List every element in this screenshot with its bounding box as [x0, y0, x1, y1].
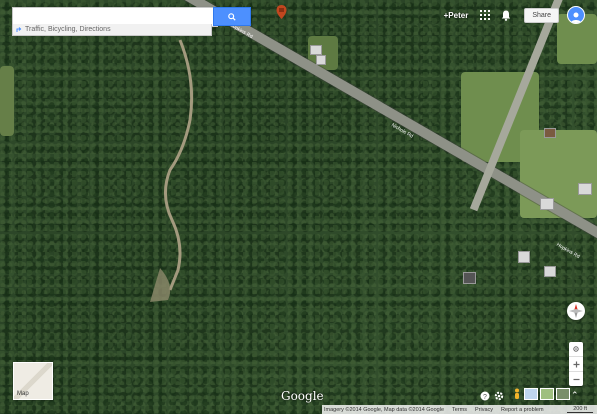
minus-icon — [573, 378, 579, 380]
gear-icon[interactable] — [494, 391, 504, 401]
building — [310, 45, 322, 55]
imagery-credit: Imagery ©2014 Google, Map data ©2014 Goo… — [324, 406, 445, 413]
privacy-link[interactable]: Privacy — [475, 407, 493, 413]
directions-icon — [16, 27, 22, 32]
building — [540, 198, 554, 210]
plus-icon — [573, 361, 579, 367]
my-location-button[interactable] — [569, 342, 583, 356]
directions-suggestion[interactable]: Traffic, Bicycling, Directions — [12, 24, 212, 36]
building — [544, 266, 556, 277]
google-logo: Google — [281, 389, 324, 403]
compass-icon[interactable] — [567, 302, 585, 320]
zoom-controls — [569, 342, 583, 386]
building — [463, 272, 476, 284]
building — [544, 128, 556, 138]
terms-link[interactable]: Terms — [452, 407, 467, 413]
account-bar: +Peter Share — [444, 6, 597, 24]
map-type-label: Map — [17, 391, 29, 397]
layers-bar — [512, 387, 570, 401]
suggestion-text: Traffic, Bicycling, Directions — [25, 26, 111, 33]
svg-text:?: ? — [483, 394, 487, 401]
building — [518, 251, 530, 263]
location-icon — [573, 346, 579, 352]
satellite-map[interactable]: Hopkins Rd Nichols Rd Hopkins Rd — [0, 0, 597, 414]
pin-icon[interactable] — [276, 5, 287, 19]
attribution-bar: Imagery ©2014 Google, Map data ©2014 Goo… — [322, 405, 597, 414]
avatar-icon[interactable] — [567, 6, 585, 24]
share-button[interactable]: Share — [524, 7, 559, 23]
bell-icon[interactable] — [501, 10, 511, 21]
map-type-toggle[interactable]: Map — [13, 362, 53, 400]
help-icon[interactable]: ? — [480, 391, 490, 401]
layer-photos-thumb[interactable] — [556, 388, 570, 400]
report-problem-link[interactable]: Report a problem — [501, 407, 544, 413]
zoom-out-button[interactable] — [569, 372, 583, 386]
person-icon — [571, 12, 581, 23]
scale-bar[interactable]: 200 ft — [567, 406, 593, 413]
pegman-icon[interactable] — [512, 388, 522, 400]
dirt-trail — [150, 39, 194, 302]
chevron-up-icon[interactable]: ⌃ — [571, 390, 579, 401]
apps-grid-icon[interactable] — [480, 10, 491, 20]
compass-needle — [569, 304, 583, 318]
layer-earth-thumb[interactable] — [524, 388, 538, 400]
zoom-in-button[interactable] — [569, 357, 583, 371]
search-icon — [228, 12, 236, 21]
building — [316, 55, 326, 65]
profile-link[interactable]: +Peter — [444, 11, 469, 20]
building — [578, 183, 592, 195]
search-button[interactable] — [213, 7, 251, 26]
layer-terrain-thumb[interactable] — [540, 388, 554, 400]
